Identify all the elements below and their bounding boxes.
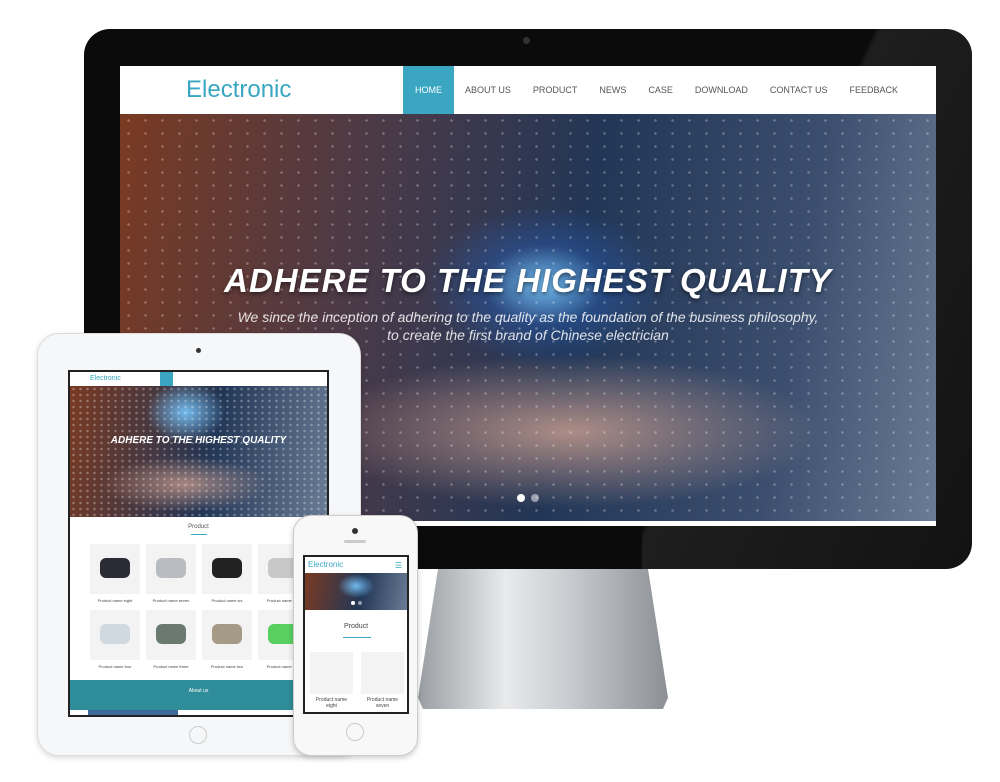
- tablet-product-card[interactable]: [146, 610, 196, 660]
- tablet-product-card[interactable]: [202, 544, 252, 594]
- nav-product[interactable]: PRODUCT: [522, 66, 589, 114]
- camera-icon: [523, 37, 530, 44]
- phone-home-button: [346, 723, 364, 741]
- tablet-hero: ADHERE TO THE HIGHEST QUALITY: [70, 386, 327, 517]
- tablet-product-name: Product name four: [98, 664, 132, 669]
- slide-dot-2[interactable]: [531, 494, 539, 502]
- tablet-screen: Electronic ADHERE TO THE HIGHEST QUALITY…: [68, 370, 329, 717]
- navbar: Electronic HOME ABOUT US PRODUCT NEWS CASE DO…: [120, 66, 936, 114]
- phone-product-name: Product name eight: [315, 697, 348, 709]
- phone-hero: [305, 573, 407, 610]
- product-image: [156, 624, 186, 644]
- nav-download[interactable]: DOWNLOAD: [684, 66, 759, 114]
- product-image: [212, 558, 242, 578]
- phone-screen: Electronic ☰ Product Product name eight …: [303, 555, 409, 714]
- tablet-logo: Electronic: [90, 375, 121, 382]
- tablet-about-band: About us: [70, 680, 327, 710]
- product-image: [100, 624, 130, 644]
- product-image: [100, 558, 130, 578]
- tablet-product-title: Product: [188, 524, 209, 530]
- logo[interactable]: Electronic: [186, 76, 403, 104]
- phone-product-title: Product: [343, 623, 369, 630]
- phone-product-card[interactable]: [361, 652, 404, 694]
- nav-news[interactable]: NEWS: [588, 66, 637, 114]
- product-image: [156, 558, 186, 578]
- phone-product-name: Product name seven: [366, 697, 399, 709]
- tablet-hero-title: ADHERE TO THE HIGHEST QUALITY: [110, 435, 287, 446]
- tablet-nav-home[interactable]: [160, 372, 173, 386]
- hero-subtitle-1: We since the inception of adhering to th…: [237, 309, 819, 325]
- tablet-product-card[interactable]: [146, 544, 196, 594]
- tablet-product-name: Product name six: [211, 598, 243, 603]
- phone-camera-icon: [352, 528, 358, 534]
- tablet-product-card[interactable]: [90, 544, 140, 594]
- nav-about-us[interactable]: ABOUT US: [454, 66, 522, 114]
- slide-dot-1[interactable]: [517, 494, 525, 502]
- nav-contact-us[interactable]: CONTACT US: [759, 66, 839, 114]
- tablet-about-title: About us: [188, 688, 209, 694]
- menu-icon[interactable]: ☰: [395, 561, 402, 570]
- tablet-product-card[interactable]: [202, 610, 252, 660]
- phone-speaker: [344, 540, 366, 543]
- tablet-product-card[interactable]: [90, 610, 140, 660]
- hero-title: ADHERE TO THE HIGHEST QUALITY: [224, 262, 832, 299]
- monitor-stand: [418, 569, 668, 709]
- nav-feedback[interactable]: FEEDBACK: [839, 66, 910, 114]
- phone-product-card[interactable]: [310, 652, 353, 694]
- product-image: [212, 624, 242, 644]
- phone-logo: Electronic: [308, 560, 344, 569]
- tablet-home-button: [189, 726, 207, 744]
- tablet-product-name: Product name two: [210, 664, 244, 669]
- tablet-product-name: Product name three: [153, 664, 189, 669]
- nav-home[interactable]: HOME: [403, 66, 454, 114]
- nav-case[interactable]: CASE: [637, 66, 684, 114]
- tablet-product-name: Product name seven: [152, 598, 190, 603]
- tablet-product-name: Product name eight: [97, 598, 133, 603]
- tablet-camera-icon: [196, 348, 201, 353]
